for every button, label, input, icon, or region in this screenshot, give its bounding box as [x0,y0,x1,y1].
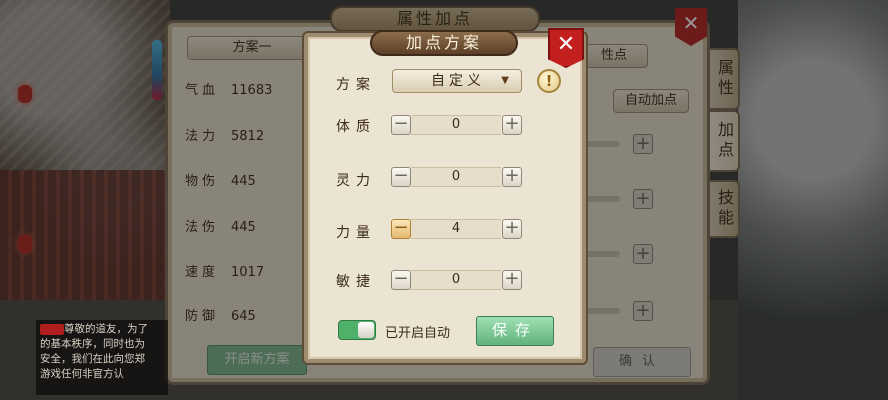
chat-channel-tag [40,323,64,335]
chat-line-text: 尊敬的道友，为了 [64,323,148,335]
snowy-tree [738,0,888,400]
minus-button[interactable]: − [391,167,411,187]
attribute-label: 灵力 [336,173,376,189]
stat-value: 5812 [231,129,265,144]
attribute-label: 力量 [336,225,376,241]
stat-name: 法伤 [185,220,220,235]
scheme-select[interactable]: 自定义 ▼ [392,69,522,93]
save-button[interactable]: 保存 [476,316,554,346]
side-tab-attributes[interactable]: 属性 [708,48,740,110]
minus-button[interactable]: − [391,115,411,135]
auto-toggle[interactable] [338,320,376,340]
scheme-one-tab[interactable]: 方案一 [187,36,317,60]
attribute-value: 4 [411,219,501,239]
attribute-value: 0 [411,115,501,135]
info-icon[interactable]: ! [537,69,561,93]
attribute-value: 0 [411,270,501,290]
attribute-label: 体质 [336,119,376,135]
side-tab-skills[interactable]: 技能 [708,180,740,238]
plus-icon[interactable]: + [633,301,653,321]
stat-value: 445 [231,220,256,235]
minus-button[interactable]: − [391,270,411,290]
plus-icon[interactable]: + [633,244,653,264]
dialog-title: 加点方案 [370,30,518,56]
slider-track[interactable] [585,251,620,257]
lantern-icon [18,85,32,103]
stat-name: 物伤 [185,174,220,189]
chat-box: 尊敬的道友，为了 的基本秩序，同时也为 安全，我们在此向您郑 游戏任何非官方认 [36,320,168,395]
chevron-down-icon: ▼ [501,75,509,86]
attribute-value: 0 [411,167,501,187]
scheme-select-value: 自定义 [431,73,485,89]
chat-line: 游戏任何非官方认 [40,368,124,380]
plus-button[interactable]: + [502,167,522,187]
stat-name: 速度 [185,265,220,280]
chat-line: 的基本秩序，同时也为 [40,338,145,350]
side-tab-add-points[interactable]: 加点 [708,110,740,172]
plus-button[interactable]: + [502,115,522,135]
attribute-points-tab[interactable]: 性点 [580,44,648,68]
stat-name: 防御 [185,309,220,324]
stat-value: 645 [231,309,256,324]
chat-line: 尊敬的道友，为了 [40,322,164,337]
auto-toggle-label: 已开启自动 [385,326,451,341]
hanging-ornament-icon [152,40,162,100]
chat-line: 安全，我们在此向您郑 [40,353,145,365]
attribute-label: 敏捷 [336,274,376,290]
plus-icon[interactable]: + [633,189,653,209]
open-new-scheme-button[interactable]: 开启新方案 [207,345,307,375]
stat-value: 445 [231,174,256,189]
minus-button[interactable]: − [391,219,411,239]
slider-track[interactable] [585,141,620,147]
scheme-label: 方案 [336,77,376,93]
lantern-icon [18,235,32,253]
confirm-button[interactable]: 确认 [593,347,691,377]
plus-button[interactable]: + [502,270,522,290]
stat-value: 11683 [231,83,273,98]
slider-track[interactable] [585,308,620,314]
stat-name: 气血 [185,83,220,98]
auto-add-points-button[interactable]: 自动加点 [613,89,689,113]
slider-track[interactable] [585,196,620,202]
stat-value: 1017 [231,265,265,280]
plus-icon[interactable]: + [633,134,653,154]
attribute-panel-title: 属性加点 [330,6,540,32]
stat-name: 法力 [185,129,220,144]
plus-button[interactable]: + [502,219,522,239]
toggle-knob [358,322,374,338]
